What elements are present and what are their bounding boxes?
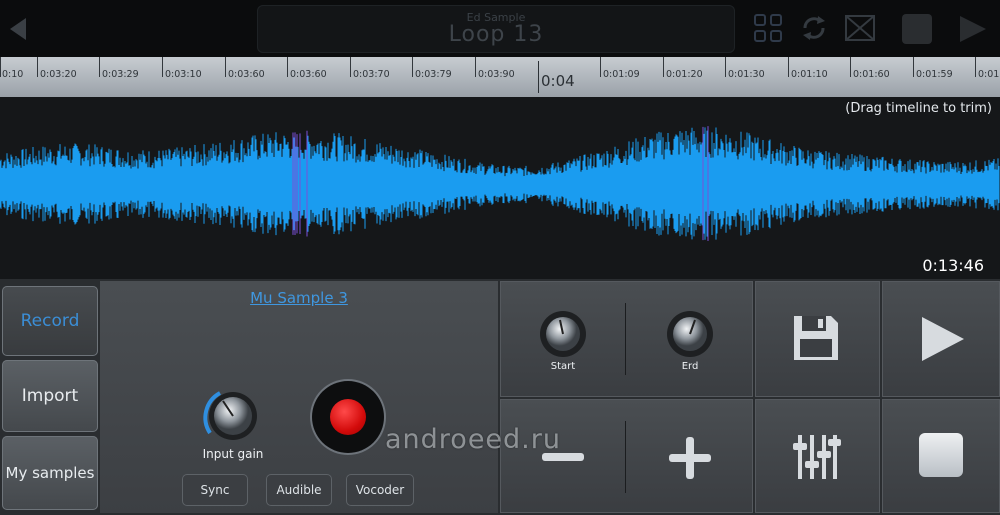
waveform-view[interactable]: (Drag timeline to trim) 0:13:46 bbox=[0, 97, 1000, 279]
top-toolbar: Ed Sample Loop 13 bbox=[0, 0, 1000, 57]
watermark-text: androeed.ru bbox=[385, 424, 561, 455]
save-floppy-icon bbox=[794, 316, 838, 360]
zoom-cell bbox=[500, 399, 753, 513]
trim-knobs-cell: Start Erd bbox=[500, 281, 753, 397]
ruler-label: 0:01:60 bbox=[853, 69, 890, 80]
ruler-label: 0:03:90 bbox=[478, 69, 515, 80]
record-area: Mu Sample 3 Input gain Sync Audible Voco… bbox=[100, 281, 498, 513]
input-gain-label: Input gain bbox=[202, 447, 264, 461]
record-tab-button[interactable]: Record bbox=[2, 286, 98, 356]
sync-button[interactable]: Sync bbox=[182, 474, 248, 506]
waveform-bars bbox=[0, 126, 1000, 241]
play-button[interactable] bbox=[882, 281, 1000, 397]
record-dot-icon bbox=[330, 399, 366, 435]
title-box[interactable]: Ed Sample Loop 13 bbox=[257, 5, 735, 53]
ruler-label: 0:01:30 bbox=[728, 69, 765, 80]
my-samples-button[interactable]: My samples bbox=[2, 436, 98, 510]
start-knob[interactable] bbox=[538, 309, 588, 359]
grid-icon[interactable] bbox=[750, 10, 786, 46]
loop-icon[interactable] bbox=[796, 10, 832, 46]
playhead-time: 0:04 bbox=[541, 72, 575, 90]
input-gain-knob[interactable] bbox=[198, 381, 268, 451]
ruler-label: 0:01:59 bbox=[916, 69, 953, 80]
stop-icon[interactable] bbox=[902, 14, 932, 44]
stop-button[interactable] bbox=[882, 399, 1000, 513]
ruler-label: 0:01:20 bbox=[666, 69, 703, 80]
plus-icon[interactable] bbox=[667, 435, 713, 481]
ruler-label: 0:03:20 bbox=[40, 69, 77, 80]
sliders-icon bbox=[793, 435, 841, 479]
ruler-label: 0:03:60 bbox=[290, 69, 327, 80]
save-button[interactable] bbox=[755, 281, 880, 397]
start-label: Start bbox=[550, 361, 576, 372]
ruler-label: 0:01:10 bbox=[978, 69, 1000, 80]
ruler-label: 0:01:09 bbox=[603, 69, 640, 80]
ruler-label: 0:03:79 bbox=[415, 69, 452, 80]
ruler-label: 0:03:10 bbox=[165, 69, 202, 80]
ruler-label: 0:01:10 bbox=[791, 69, 828, 80]
vocoder-button[interactable]: Vocoder bbox=[346, 474, 414, 506]
ruler-label: 0:03:60 bbox=[228, 69, 265, 80]
ruler-label: 0:10 bbox=[2, 69, 24, 80]
stop-icon bbox=[919, 433, 963, 477]
play-icon bbox=[922, 317, 964, 361]
end-knob[interactable] bbox=[665, 309, 715, 359]
back-arrow-icon[interactable] bbox=[4, 14, 34, 44]
sample-title: Loop 13 bbox=[448, 22, 544, 47]
end-label: Erd bbox=[681, 361, 699, 372]
waveform bbox=[0, 126, 1000, 241]
playhead-marker[interactable] bbox=[538, 61, 539, 93]
play-icon[interactable] bbox=[956, 13, 988, 45]
trim-hint: (Drag timeline to trim) bbox=[845, 101, 992, 116]
duration-label: 0:13:46 bbox=[922, 256, 984, 275]
audible-button[interactable]: Audible bbox=[266, 474, 332, 506]
record-button[interactable] bbox=[312, 381, 384, 453]
import-button[interactable]: Import bbox=[2, 360, 98, 432]
sample-name-link[interactable]: Mu Sample 3 bbox=[100, 289, 498, 307]
crop-icon[interactable] bbox=[842, 10, 878, 46]
ruler-label: 0:03:70 bbox=[353, 69, 390, 80]
effects-button[interactable] bbox=[755, 399, 880, 513]
ruler-label: 0:03:29 bbox=[102, 69, 139, 80]
timeline-ruler[interactable]: 0:10 0:03:20 0:03:29 0:03:10 0:03:60 0:0… bbox=[0, 57, 1000, 97]
